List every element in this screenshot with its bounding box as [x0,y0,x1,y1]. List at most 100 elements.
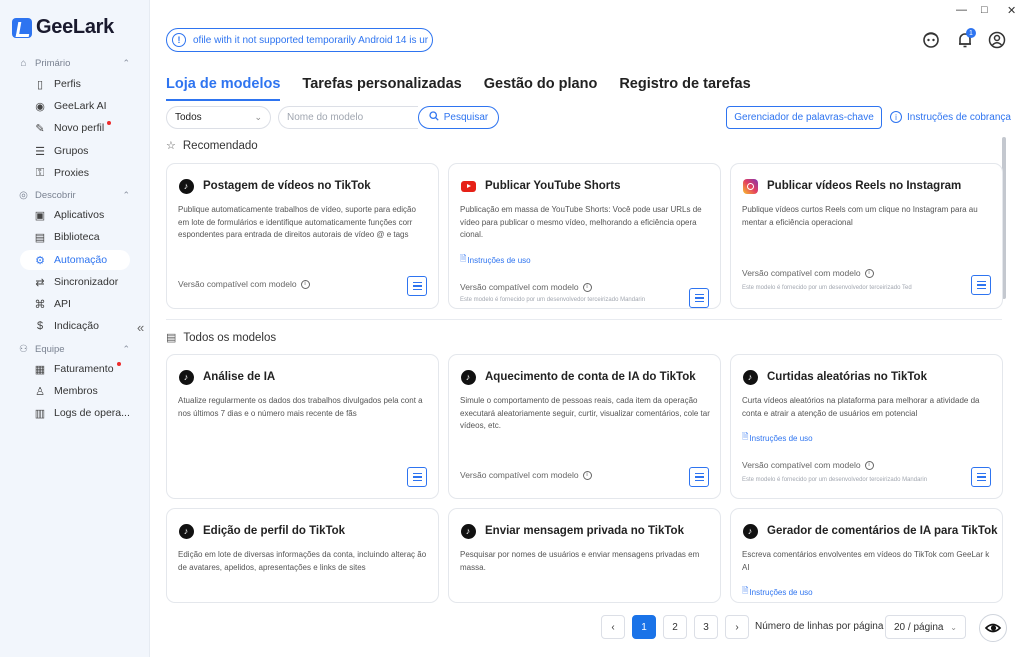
usage-instructions-link[interactable]: 🗎 Instruções de uso [742,431,813,445]
sidebar-item-geelark-ai[interactable]: ◉ GeeLark AI [20,96,130,116]
maximize-button[interactable]: □ [981,4,988,16]
card-title: Publicar vídeos Reels no Instagram [767,180,962,192]
info-icon[interactable]: i [864,268,874,278]
details-button[interactable] [971,467,991,487]
chevron-down-icon: ⌄ [254,112,262,122]
page-button[interactable]: 3 [694,615,718,639]
page-button[interactable]: 2 [663,615,687,639]
assistant-float-button[interactable] [979,614,1007,642]
tab-loja-de-modelos[interactable]: Loja de modelos [166,76,281,101]
sidebar-item-sincronizador[interactable]: ⇄ Sincronizador [20,272,130,292]
info-icon[interactable]: i [864,460,874,470]
sidebar-item-label: API [54,298,71,310]
card-description: Atualize regularmente os dados dos traba… [178,396,423,418]
card-description: Publique automaticamente trabalhos de ví… [178,205,416,239]
usage-instructions-link[interactable]: 🗎 Instruções de uso [460,253,531,267]
card-header: Publicar vídeos Reels no Instagram [742,178,961,194]
section-divider [166,319,1002,320]
section-equipe[interactable]: ⚇ Equipe ⌃ [18,344,130,355]
sidebar-item-biblioteca[interactable]: ▤ Biblioteca [20,227,130,247]
template-card[interactable]: ♪ Curtidas aleatórias no TikTok Curta ví… [730,354,1003,499]
template-card[interactable]: ♪ Análise de IA Atualize regularmente os… [166,354,439,499]
template-card[interactable]: ♪ Edição de perfil do TikTok Edição em l… [166,508,439,603]
all-models-section-title: ▤ Todos os modelos [166,331,276,345]
bell-icon[interactable]: 1 [956,28,976,49]
guide-text: Instruções de uso [467,255,531,265]
details-button[interactable] [689,288,709,308]
sidebar-item-api[interactable]: ⌘ API [20,294,130,314]
details-button[interactable] [971,275,991,295]
card-header: ♪ Enviar mensagem privada no TikTok [460,523,684,539]
section-descobrir[interactable]: ◎ Descobrir ⌃ [18,190,130,201]
ai-icon: ◉ [35,100,45,113]
sidebar-item-label: Indicação [54,320,99,332]
section-label: Equipe [35,344,65,355]
tab-registro-de-tarefas[interactable]: Registro de tarefas [619,76,750,101]
sidebar-item-proxies[interactable]: ⚿ Proxies [20,163,130,183]
info-icon[interactable]: i [582,470,592,480]
robot-icon: ⚙ [35,254,45,267]
details-button[interactable] [407,467,427,487]
sidebar-item-faturamento[interactable]: ▦ Faturamento [20,359,130,379]
info-icon: i [890,111,902,123]
tiktok-icon: ♪ [742,523,758,539]
search-button[interactable]: Pesquisar [418,106,499,129]
section-primario[interactable]: ⌂ Primário ⌃ [18,58,130,69]
sidebar-item-aplicativos[interactable]: ▣ Aplicativos [20,205,130,225]
app-logo[interactable]: GeeLark [12,16,114,39]
guide-text: Instruções de uso [749,587,813,597]
tab-gestao-do-plano[interactable]: Gestão do plano [484,76,598,101]
card-description: Publique vídeos curtos Reels com um cliq… [742,205,978,227]
sidebar-item-grupos[interactable]: ☰ Grupos [20,141,130,161]
info-icon[interactable]: i [582,282,592,292]
minimize-button[interactable]: — [956,4,967,16]
card-title: Gerador de comentários de IA para TikTok [767,525,998,537]
sidebar-item-novo-perfil[interactable]: ✎ Novo perfil [20,118,130,138]
phone-icon: ▯ [36,78,44,91]
usage-instructions-link[interactable]: 🗎 Instruções de uso [742,585,813,599]
compat-text: Versão compatível com modelo [742,268,861,278]
main-tabs: Loja de modelos Tarefas personalizadas G… [166,76,751,101]
member-icon: ♙ [35,385,45,398]
card-header: Publicar YouTube Shorts [460,178,620,194]
sidebar-item-automacao[interactable]: ⚙ Automação [20,250,130,270]
details-button[interactable] [689,467,709,487]
category-select[interactable]: Todos ⌄ [166,106,271,129]
provider-note: Este modelo é fornecido por um desenvolv… [742,477,928,483]
template-card[interactable]: ♪ Enviar mensagem privada no TikTok Pesq… [448,508,721,603]
billing-instructions-link[interactable]: i Instruções de cobrança [890,111,1011,123]
dollar-icon: $ [36,320,44,332]
document-icon: 🗎 [742,586,749,595]
template-card[interactable]: ♪ Gerador de comentários de IA para TikT… [730,508,1003,603]
prev-page-button[interactable]: ‹ [601,615,625,639]
next-page-button[interactable]: › [725,615,749,639]
collapse-sidebar-icon[interactable]: « [137,320,144,335]
rows-per-page-select[interactable]: 20 / página ⌄ [885,615,966,639]
template-card[interactable]: ♪ Aquecimento de conta de IA do TikTok S… [448,354,721,499]
sidebar-item-membros[interactable]: ♙ Membros [20,381,130,401]
model-search-input[interactable] [278,106,418,129]
announcement-banner[interactable]: ! ofile with it not supported temporaril… [166,28,433,52]
compat-text: Versão compatível com modelo [460,282,579,292]
eye-assistant-icon [984,623,1002,633]
sidebar-item-label: Faturamento [54,363,114,375]
page-button[interactable]: 1 [632,615,656,639]
details-button[interactable] [407,276,427,296]
search-button-label: Pesquisar [443,112,489,123]
sidebar-item-logs[interactable]: ▥ Logs de opera... [20,403,130,423]
sidebar-item-perfis[interactable]: ▯ Perfis [20,74,130,94]
tab-tarefas-personalizadas[interactable]: Tarefas personalizadas [302,76,461,101]
user-icon[interactable] [988,31,1006,49]
compat-label: Versão compatível com modelo i [460,282,592,292]
search-icon [429,111,439,124]
sidebar-item-indicacao[interactable]: $ Indicação [20,316,130,336]
keyword-manager-button[interactable]: Gerenciador de palavras-chave [726,106,882,129]
chevron-up-icon: ⌃ [122,344,130,354]
template-card[interactable]: Publicar YouTube Shorts Publicação em ma… [448,163,721,309]
support-icon[interactable] [922,31,940,49]
close-button[interactable]: ✕ [1007,4,1016,17]
template-card[interactable]: Publicar vídeos Reels no Instagram Publi… [730,163,1003,309]
template-card[interactable]: ♪ Postagem de vídeos no TikTok Publique … [166,163,439,309]
info-icon[interactable]: i [300,279,310,289]
card-description: Publicação em massa de YouTube Shorts: V… [460,205,702,239]
